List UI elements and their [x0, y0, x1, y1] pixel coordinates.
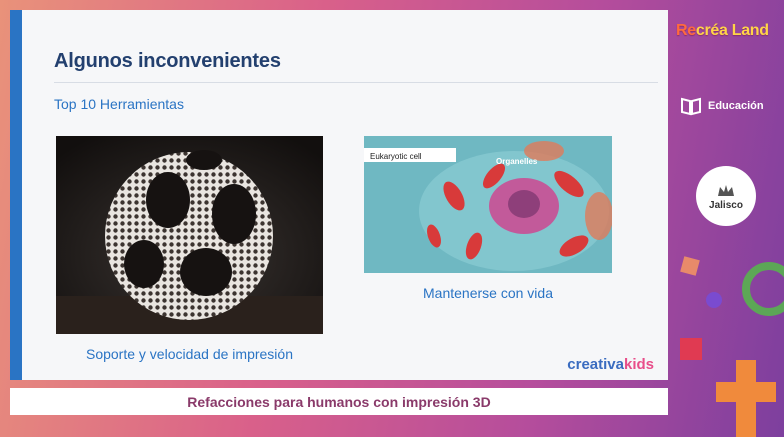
background-shape-square-red [680, 338, 702, 360]
organelles-label: Organelles [496, 157, 538, 166]
eukaryotic-cell-image: Eukaryotic cell Organelles [364, 136, 612, 273]
crown-icon [718, 184, 734, 196]
recrea-land-logo: Recréa Land [676, 22, 769, 40]
logo-text-creativa: creativa [567, 356, 624, 373]
slide-divider [54, 82, 658, 83]
education-label: Educación [708, 100, 764, 112]
video-caption-bar: Refacciones para humanos con impresión 3… [10, 388, 668, 415]
eukaryotic-cell-label: Eukaryotic cell [370, 152, 422, 161]
caption-stay-alive: Mantenerse con vida [423, 285, 553, 301]
slide-title: Algunos inconvenientes [54, 50, 281, 72]
presentation-slide: Algunos inconvenientes Top 10 Herramient… [10, 10, 668, 380]
brand-text-re: Re [676, 22, 696, 39]
slide-subtitle: Top 10 Herramientas [54, 96, 184, 112]
creativakids-logo: creativakids [567, 356, 654, 373]
slide-accent-bar [10, 10, 22, 380]
video-caption-text: Refacciones para humanos con impresión 3… [187, 393, 491, 410]
logo-text-kids: kids [623, 356, 654, 373]
background-shape-circle [742, 262, 784, 316]
background-shape-square [680, 256, 700, 276]
caption-print-support: Soporte y velocidad de impresión [85, 346, 293, 362]
jalisco-seal: Jalisco [696, 166, 756, 226]
brand-text-rest: créa Land [695, 22, 769, 39]
jalisco-label: Jalisco [709, 199, 743, 211]
education-logo: Educación [680, 96, 764, 116]
lattice-sculpture-image [56, 136, 323, 334]
background-shape-plus [716, 360, 776, 437]
book-icon [681, 97, 701, 116]
background-shape-dot [706, 292, 722, 308]
